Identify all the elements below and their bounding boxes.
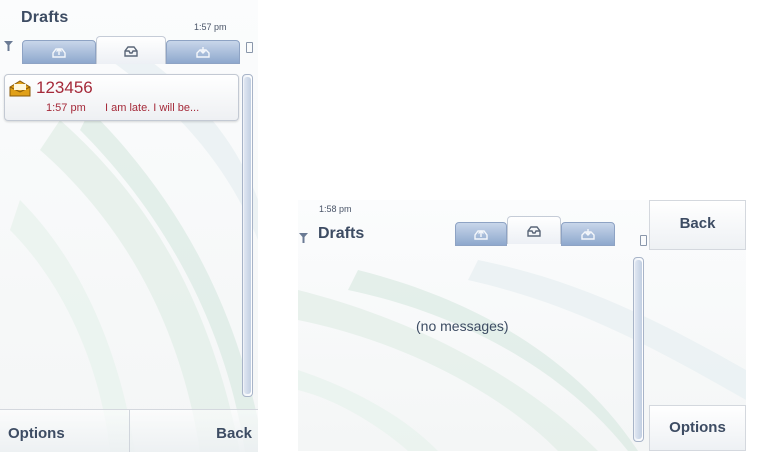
folder-tabs — [455, 216, 615, 246]
page-title: Drafts — [21, 9, 69, 26]
softkey-bar: Options Back — [0, 409, 258, 452]
battery-icon — [246, 42, 253, 53]
options-softkey[interactable]: Options — [650, 419, 745, 436]
landscape-screen: 1:58 pm Drafts (no messages) Back Option… — [298, 200, 746, 451]
back-softkey[interactable]: Back — [650, 215, 745, 232]
upload-icon — [474, 230, 488, 240]
portrait-screen: Drafts 1:57 pm 123456 1:57 pm I am late.… — [0, 0, 258, 452]
outbox-icon — [527, 225, 541, 237]
tab-tray[interactable] — [166, 40, 240, 64]
tab-upload[interactable] — [455, 222, 507, 246]
tab-outbox[interactable] — [96, 36, 166, 64]
upload-icon — [52, 48, 66, 58]
empty-state-text: (no messages) — [416, 318, 509, 334]
envelope-icon — [9, 80, 31, 97]
back-softkey[interactable]: Back — [216, 425, 252, 442]
filter-icon — [299, 233, 308, 246]
filter-icon — [4, 41, 13, 54]
back-softkey-panel[interactable]: Back — [649, 200, 746, 250]
page-title: Drafts — [318, 225, 365, 242]
outbox-icon — [124, 45, 138, 57]
battery-icon — [640, 235, 647, 246]
tab-outbox[interactable] — [507, 216, 561, 244]
options-softkey[interactable]: Options — [8, 425, 65, 442]
message-sender: 123456 — [36, 78, 93, 97]
options-softkey-panel[interactable]: Options — [649, 405, 746, 451]
scrollbar[interactable] — [242, 74, 253, 397]
tab-upload[interactable] — [22, 40, 96, 64]
status-clock: 1:57 pm — [194, 22, 227, 32]
softkey-divider — [129, 410, 130, 452]
tray-icon — [581, 229, 595, 240]
message-preview: I am late. I will be... — [105, 102, 200, 114]
tab-tray[interactable] — [561, 222, 615, 246]
scrollbar[interactable] — [633, 257, 644, 442]
background-swirl — [10, 40, 258, 452]
message-time: 1:57 pm — [46, 102, 86, 114]
status-clock: 1:58 pm — [319, 204, 352, 214]
scrollbar-thumb[interactable] — [635, 260, 642, 439]
folder-tabs — [22, 36, 240, 64]
message-list-item[interactable]: 123456 1:57 pm I am late. I will be... — [4, 74, 239, 121]
scrollbar-thumb[interactable] — [244, 77, 251, 394]
tray-icon — [196, 47, 210, 58]
